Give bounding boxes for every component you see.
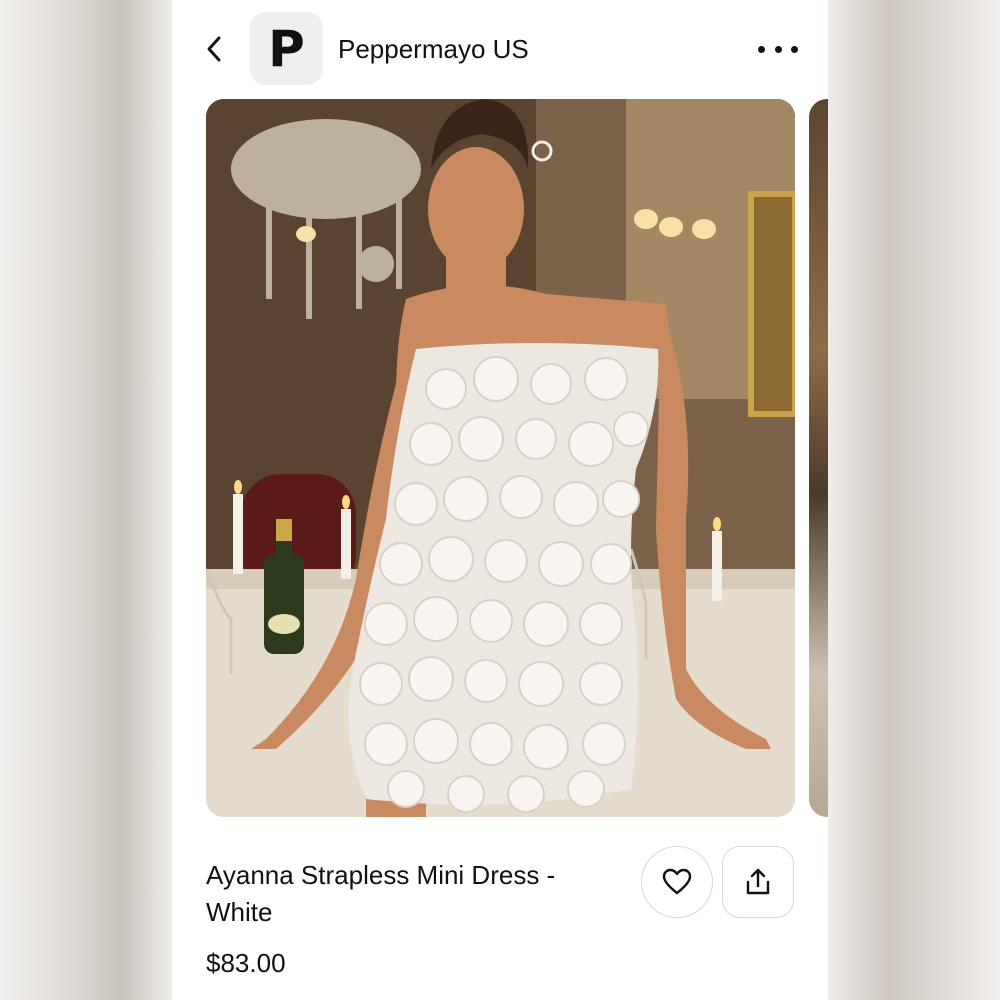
share-button[interactable]: [722, 846, 794, 918]
more-options-button[interactable]: [758, 36, 798, 62]
more-dot: [791, 45, 798, 53]
product-image[interactable]: [206, 99, 795, 817]
chevron-left-icon: [207, 36, 221, 62]
heart-icon: [662, 868, 692, 895]
more-dot: [774, 45, 782, 53]
blurred-backdrop-left: [0, 0, 172, 1000]
brand-name[interactable]: Peppermayo US: [338, 34, 529, 65]
brand-logo[interactable]: P: [250, 12, 323, 85]
back-button[interactable]: [200, 34, 228, 64]
blurred-backdrop-right: [828, 0, 1000, 1000]
product-screen: P Peppermayo US Ayanna Strapless Mini Dr…: [172, 0, 828, 1000]
favorite-button[interactable]: [641, 846, 713, 918]
share-icon: [746, 868, 770, 895]
product-title: Ayanna Strapless Mini Dress - White: [206, 860, 556, 927]
next-product-image-peek[interactable]: [809, 99, 828, 817]
product-photo: [206, 99, 795, 817]
more-horizontal-icon: [758, 45, 765, 53]
product-price: $83.00: [206, 948, 286, 978]
